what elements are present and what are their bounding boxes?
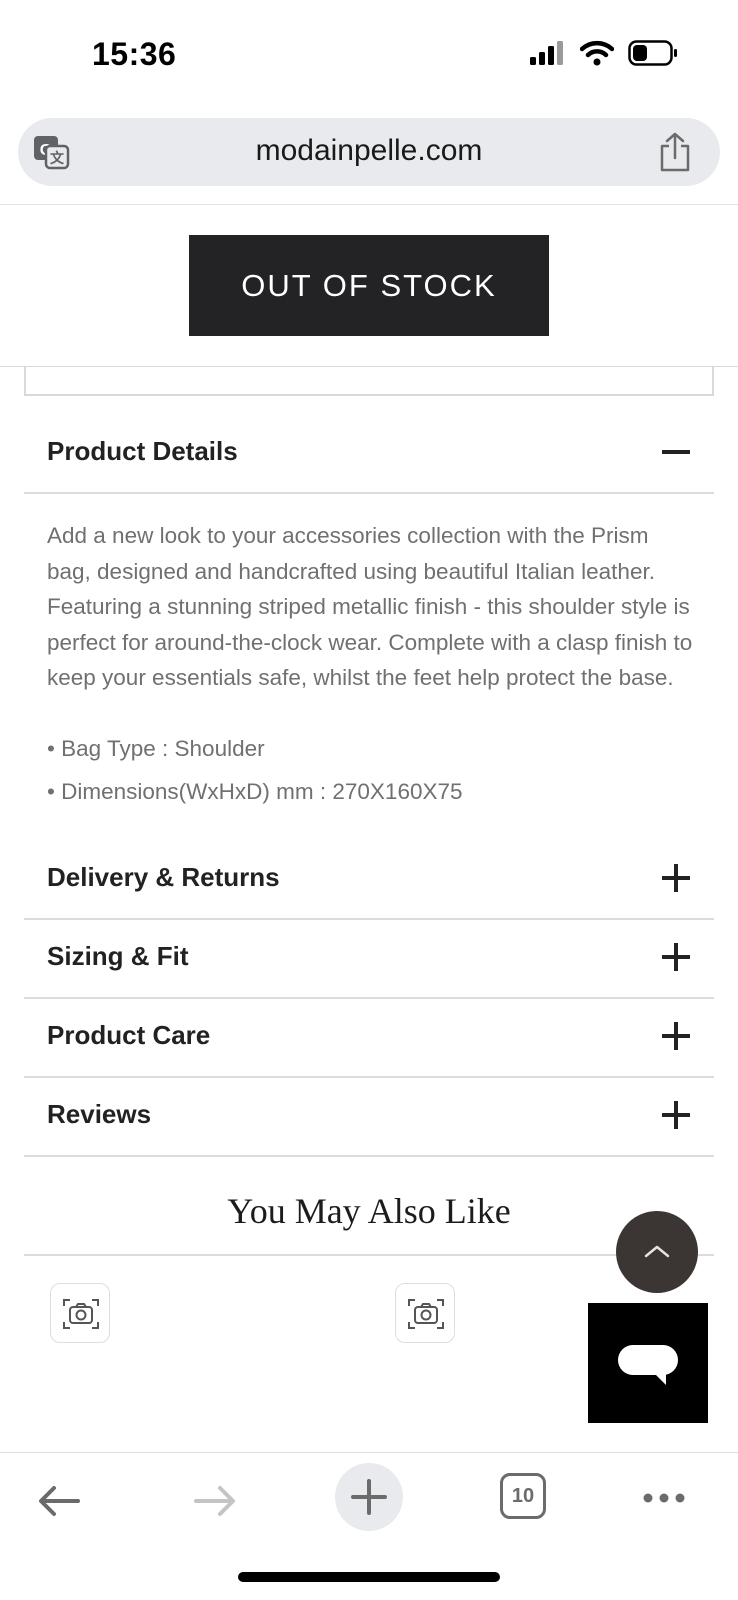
spec-dimensions: • Dimensions(WxHxD) mm : 270X160X75 [47, 779, 463, 804]
plus-icon[interactable] [662, 1101, 690, 1129]
accordion-title: Product Care [47, 1020, 211, 1050]
visual-search-button[interactable] [395, 1283, 455, 1343]
visual-search-button[interactable] [50, 1283, 110, 1343]
product-description: Add a new look to your accessories colle… [47, 523, 693, 691]
scroll-to-top-button[interactable] [616, 1211, 698, 1293]
more-icon[interactable] [640, 1483, 688, 1513]
url-text[interactable]: modainpelle.com [18, 134, 720, 168]
camera-icon [408, 1299, 444, 1329]
plus-icon[interactable] [662, 864, 690, 892]
plus-icon[interactable] [662, 1022, 690, 1050]
cellular-signal-icon [530, 41, 563, 65]
address-bar[interactable]: G 文 modainpelle.com [18, 118, 720, 186]
new-tab-button[interactable] [335, 1463, 403, 1531]
header-divider [0, 204, 738, 205]
accordion-title: Delivery & Returns [47, 862, 280, 892]
spec-bag-type: • Bag Type : Shoulder [47, 736, 265, 761]
status-icons [530, 40, 678, 66]
accordion-title: Product Details [47, 436, 238, 466]
accordion-title: Reviews [47, 1099, 152, 1129]
status-bar: 15:36 [0, 0, 738, 110]
out-of-stock-button[interactable]: OUT OF STOCK [189, 235, 549, 336]
recommendations-divider [24, 1254, 714, 1256]
chevron-up-icon [644, 1245, 670, 1258]
previous-panel-edge [24, 366, 714, 396]
share-icon[interactable] [658, 132, 692, 172]
accordion-product-details[interactable]: Product Details [24, 414, 714, 494]
wifi-icon [580, 40, 614, 66]
plus-icon[interactable] [662, 943, 690, 971]
accordion-product-care[interactable]: Product Care [24, 998, 714, 1078]
minus-icon[interactable] [662, 438, 690, 466]
accordion-reviews[interactable]: Reviews [24, 1077, 714, 1157]
camera-icon [63, 1299, 99, 1329]
arrow-right-icon[interactable] [190, 1481, 240, 1521]
home-indicator [238, 1572, 500, 1582]
tabs-button[interactable]: 10 [500, 1473, 546, 1519]
chat-button[interactable] [588, 1303, 708, 1423]
plus-icon [351, 1479, 387, 1515]
tab-count: 10 [511, 1484, 535, 1507]
accordion-delivery-returns[interactable]: Delivery & Returns [24, 840, 714, 920]
accordion-title: Sizing & Fit [47, 941, 189, 971]
status-time: 15:36 [92, 36, 177, 72]
chat-bubble-icon [618, 1345, 678, 1385]
battery-icon [628, 40, 677, 66]
accordion-sizing-fit[interactable]: Sizing & Fit [24, 919, 714, 999]
arrow-left-icon[interactable] [34, 1481, 84, 1521]
